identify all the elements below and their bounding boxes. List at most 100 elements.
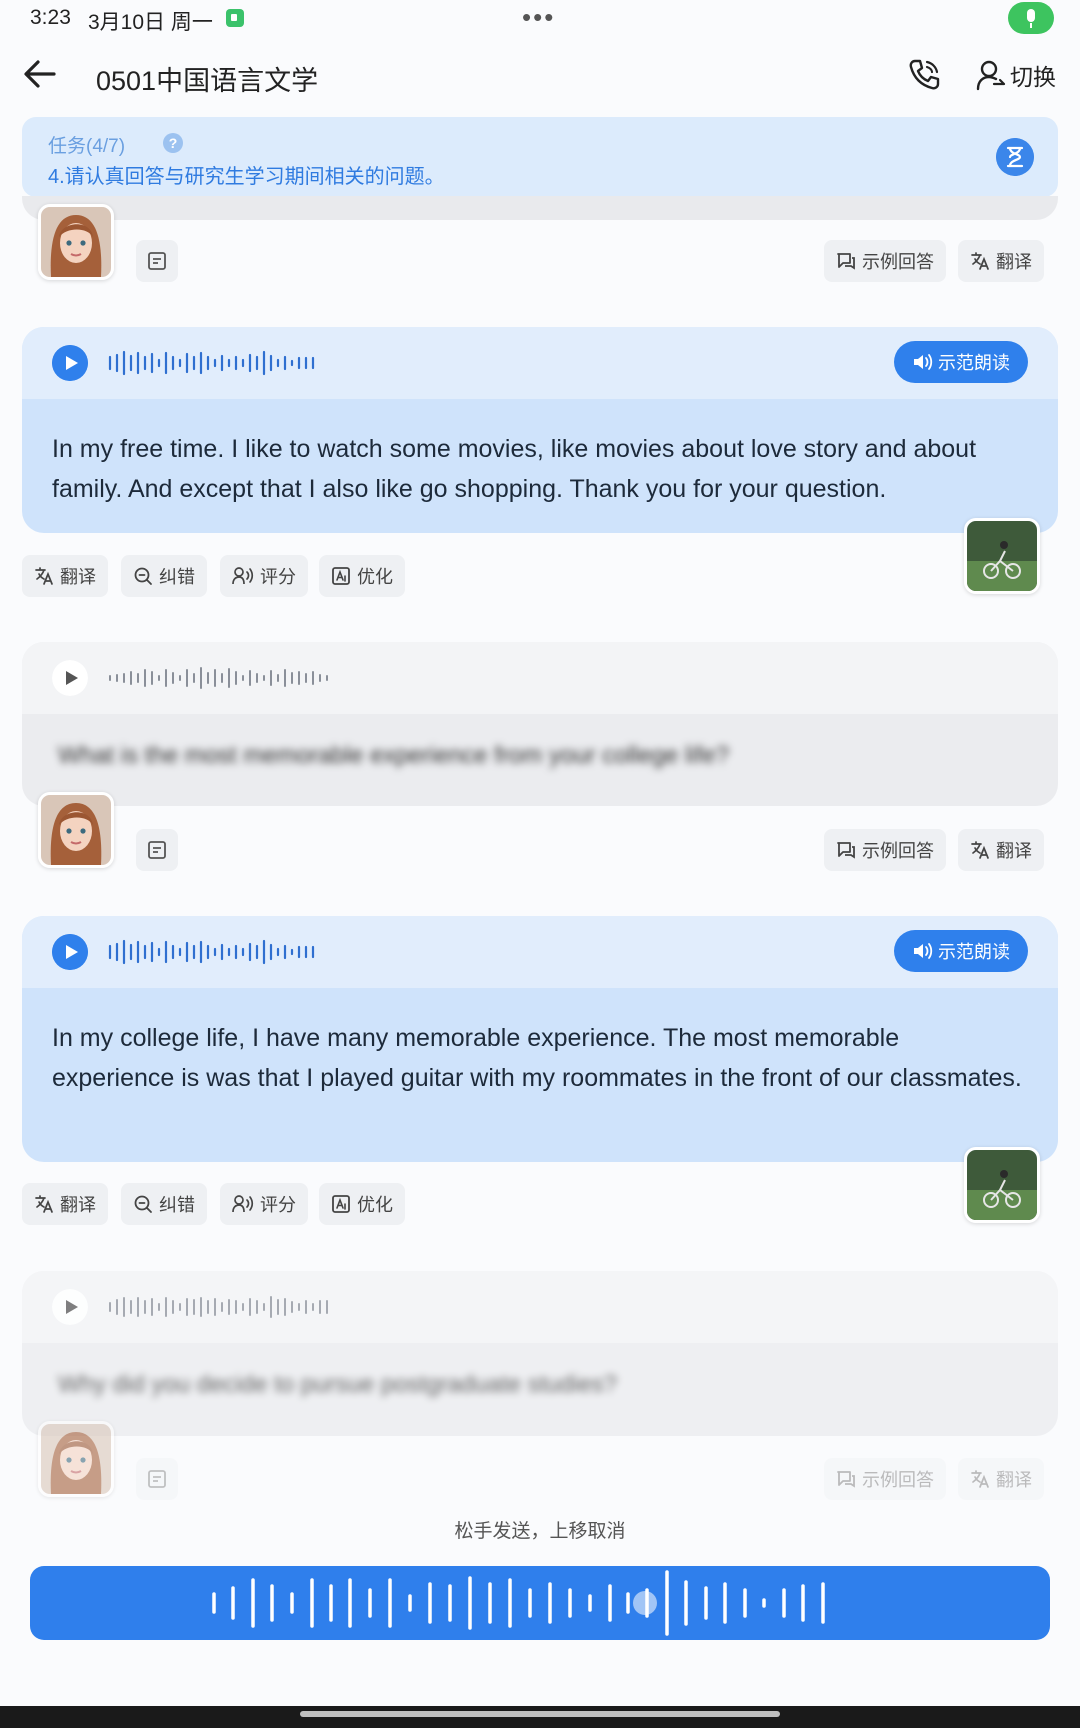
translate-icon <box>35 567 53 585</box>
audio-waveform <box>109 667 328 689</box>
speaker-icon <box>914 943 933 959</box>
voice-record-button[interactable] <box>30 1566 1050 1640</box>
audio-waveform <box>108 939 315 965</box>
back-arrow-icon[interactable] <box>22 57 58 91</box>
audio-waveform <box>108 350 315 376</box>
example-answer-button[interactable]: 示例回答 <box>824 829 946 871</box>
note-edit-icon <box>148 252 166 270</box>
ai-avatar-image <box>41 795 111 865</box>
help-icon[interactable]: ? <box>163 133 183 153</box>
optimize-icon <box>332 1195 350 1213</box>
user-message-text: In my college life, I have many memorabl… <box>52 1024 1022 1092</box>
demo-read-button[interactable]: 示范朗读 <box>894 930 1028 972</box>
example-answer-label: 示例回答 <box>862 1470 934 1490</box>
correct-button[interactable]: 纠错 <box>121 1183 207 1225</box>
task-instruction: 4.请认真回答与研究生学习期间相关的问题。 <box>48 166 445 188</box>
translate-icon <box>971 1470 989 1488</box>
note-button[interactable] <box>136 829 178 871</box>
ai-avatar <box>38 792 114 868</box>
recording-waveform <box>212 1570 825 1636</box>
score-button[interactable]: 评分 <box>220 555 308 597</box>
translate-button[interactable]: 翻译 <box>958 1458 1044 1500</box>
correct-label: 纠错 <box>159 567 195 587</box>
magnifier-icon <box>134 1195 152 1213</box>
status-bar: 3:23 3月10日 周一 ••• <box>0 0 1080 40</box>
recording-hint: 松手发送，上移取消 <box>454 1521 626 1542</box>
demo-read-label: 示范朗读 <box>938 942 1010 962</box>
user-avatar <box>964 518 1040 594</box>
task-banner: 任务(4/7) ? 4.请认真回答与研究生学习期间相关的问题。 <box>22 117 1058 197</box>
translate-button[interactable]: 翻译 <box>22 1183 108 1225</box>
play-icon[interactable] <box>52 660 88 696</box>
audio-waveform <box>109 1296 328 1318</box>
more-dots-icon[interactable]: ••• <box>522 2 555 33</box>
ai-message-bubble: What is the most memorable experience fr… <box>22 642 1058 806</box>
app-header: 0501中国语言文学 切换 <box>0 45 1080 105</box>
chat-bubble-icon <box>837 253 855 270</box>
home-indicator[interactable] <box>300 1711 780 1717</box>
correct-label: 纠错 <box>159 1195 195 1215</box>
optimize-label: 优化 <box>357 567 393 587</box>
user-message-bubble: 示范朗读 In my free time. I like to watch so… <box>22 327 1058 533</box>
user-message-bubble: 示范朗读 In my college life, I have many mem… <box>22 916 1058 1162</box>
previous-ai-bubble <box>22 196 1058 220</box>
chat-bubble-icon <box>837 1471 855 1488</box>
phone-call-icon[interactable] <box>906 57 942 93</box>
note-edit-icon <box>148 841 166 859</box>
optimize-button[interactable]: 优化 <box>319 555 405 597</box>
example-answer-label: 示例回答 <box>862 252 934 272</box>
system-navigation-bar <box>0 1706 1080 1728</box>
translate-label: 翻译 <box>996 841 1032 861</box>
camera-indicator-icon <box>226 9 244 27</box>
switch-role-button[interactable]: 切换 <box>976 57 1056 93</box>
ai-avatar <box>38 1421 114 1497</box>
note-button[interactable] <box>136 240 178 282</box>
ai-message-text: Why did you decide to pursue postgraduat… <box>58 1371 618 1398</box>
microphone-indicator-icon <box>1008 2 1054 34</box>
user-avatar-image <box>967 1150 1037 1220</box>
user-avatar-image <box>967 521 1037 591</box>
user-avatar <box>964 1147 1040 1223</box>
optimize-label: 优化 <box>357 1195 393 1215</box>
optimize-icon <box>332 567 350 585</box>
optimize-button[interactable]: 优化 <box>319 1183 405 1225</box>
demo-read-button[interactable]: 示范朗读 <box>894 341 1028 383</box>
translate-button[interactable]: 翻译 <box>22 555 108 597</box>
example-answer-button[interactable]: 示例回答 <box>824 1458 946 1500</box>
score-button[interactable]: 评分 <box>220 1183 308 1225</box>
play-icon[interactable] <box>52 934 88 970</box>
hourglass-timer-icon[interactable] <box>996 138 1034 176</box>
chat-bubble-icon <box>837 842 855 859</box>
translate-button[interactable]: 翻译 <box>958 829 1044 871</box>
score-label: 评分 <box>260 1195 296 1215</box>
translate-label: 翻译 <box>996 1470 1032 1490</box>
ai-avatar-image <box>41 1424 111 1494</box>
translate-icon <box>35 1195 53 1213</box>
example-answer-label: 示例回答 <box>862 841 934 861</box>
note-edit-icon <box>148 1470 166 1488</box>
note-button[interactable] <box>136 1458 178 1500</box>
status-date: 3月10日 周一 <box>88 11 213 34</box>
status-time: 3:23 <box>30 6 71 29</box>
user-message-text: In my free time. I like to watch some mo… <box>52 435 977 503</box>
translate-icon <box>971 252 989 270</box>
ai-message-text: What is the most memorable experience fr… <box>58 742 729 769</box>
demo-read-label: 示范朗读 <box>938 353 1010 373</box>
ai-avatar <box>38 204 114 280</box>
translate-label: 翻译 <box>60 567 96 587</box>
example-answer-button[interactable]: 示例回答 <box>824 240 946 282</box>
magnifier-icon <box>134 567 152 585</box>
voice-score-icon <box>232 567 254 585</box>
play-icon[interactable] <box>52 1289 88 1325</box>
play-icon[interactable] <box>52 345 88 381</box>
task-progress-label: 任务(4/7) <box>48 136 126 157</box>
switch-label: 切换 <box>1010 64 1056 90</box>
translate-button[interactable]: 翻译 <box>958 240 1044 282</box>
translate-label: 翻译 <box>996 252 1032 272</box>
voice-score-icon <box>232 1195 254 1213</box>
user-switch-icon <box>976 60 1006 91</box>
correct-button[interactable]: 纠错 <box>121 555 207 597</box>
page-title: 0501中国语言文学 <box>96 66 319 96</box>
translate-icon <box>971 841 989 859</box>
score-label: 评分 <box>260 567 296 587</box>
